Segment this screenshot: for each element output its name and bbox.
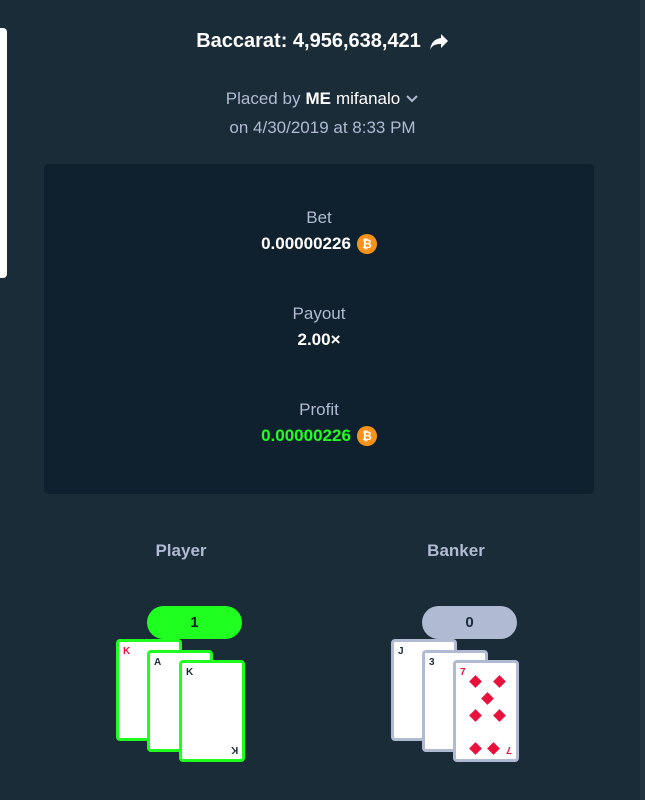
placed-by-username[interactable]: mifanalo bbox=[336, 89, 400, 109]
card-rank-bottom: K bbox=[230, 744, 238, 755]
card-rank: K bbox=[123, 646, 131, 657]
share-icon[interactable] bbox=[429, 33, 449, 51]
player-label: Player bbox=[155, 541, 207, 560]
bitcoin-icon: ₿ bbox=[356, 426, 377, 446]
diamond-icon bbox=[493, 709, 506, 722]
bitcoin-icon: ₿ bbox=[356, 234, 377, 254]
bet-title-text: Baccarat: 4,956,638,421 bbox=[196, 30, 421, 52]
diamond-icon bbox=[481, 692, 494, 705]
placed-date: on 4/30/2019 at 8:33 PM bbox=[229, 118, 416, 137]
card-rank: A bbox=[154, 657, 162, 668]
bet-value-row: 0.00000226 ₿ bbox=[44, 234, 594, 254]
banker-label: Banker bbox=[427, 541, 485, 560]
profit-value: 0.00000226 bbox=[261, 426, 351, 445]
placed-by-me: ME bbox=[305, 89, 331, 108]
bet-value: 0.00000226 bbox=[261, 234, 351, 253]
payout-value: 2.00× bbox=[297, 330, 341, 349]
diamond-icon bbox=[469, 742, 482, 755]
bet-title: Baccarat: 4,956,638,421 bbox=[0, 30, 645, 53]
diamond-icon bbox=[493, 675, 506, 688]
card-rank: K bbox=[186, 667, 194, 678]
placed-by-prefix: Placed by bbox=[225, 89, 301, 108]
profit-label: Profit bbox=[299, 400, 339, 419]
bet-label: Bet bbox=[306, 208, 332, 227]
profit-value-row: 0.00000226 ₿ bbox=[44, 426, 594, 446]
chevron-down-icon[interactable] bbox=[405, 94, 419, 104]
payout-label: Payout bbox=[292, 304, 346, 323]
diamond-icon bbox=[469, 675, 482, 688]
banker-card-3: 7 7 bbox=[453, 660, 519, 762]
payout-value-row: 2.00× bbox=[44, 330, 594, 350]
player-card-3: K ♠ K bbox=[179, 660, 245, 762]
diamond-icon bbox=[469, 709, 482, 722]
card-rank: 3 bbox=[429, 657, 435, 668]
left-edge-tab bbox=[0, 28, 7, 278]
diamond-icon bbox=[487, 742, 500, 755]
card-rank: 7 bbox=[460, 667, 466, 678]
card-rank-bottom: 7 bbox=[506, 744, 512, 755]
bet-details-panel: Bet 0.00000226 ₿ Payout 2.00× Profit 0.0… bbox=[44, 164, 594, 494]
spade-icon: ♠ bbox=[208, 701, 216, 717]
placed-by-line: Placed by ME mifanalo bbox=[0, 89, 645, 109]
banker-score-badge: 0 bbox=[422, 606, 517, 639]
player-score-badge: 1 bbox=[147, 606, 242, 639]
card-rank: J bbox=[398, 646, 404, 657]
